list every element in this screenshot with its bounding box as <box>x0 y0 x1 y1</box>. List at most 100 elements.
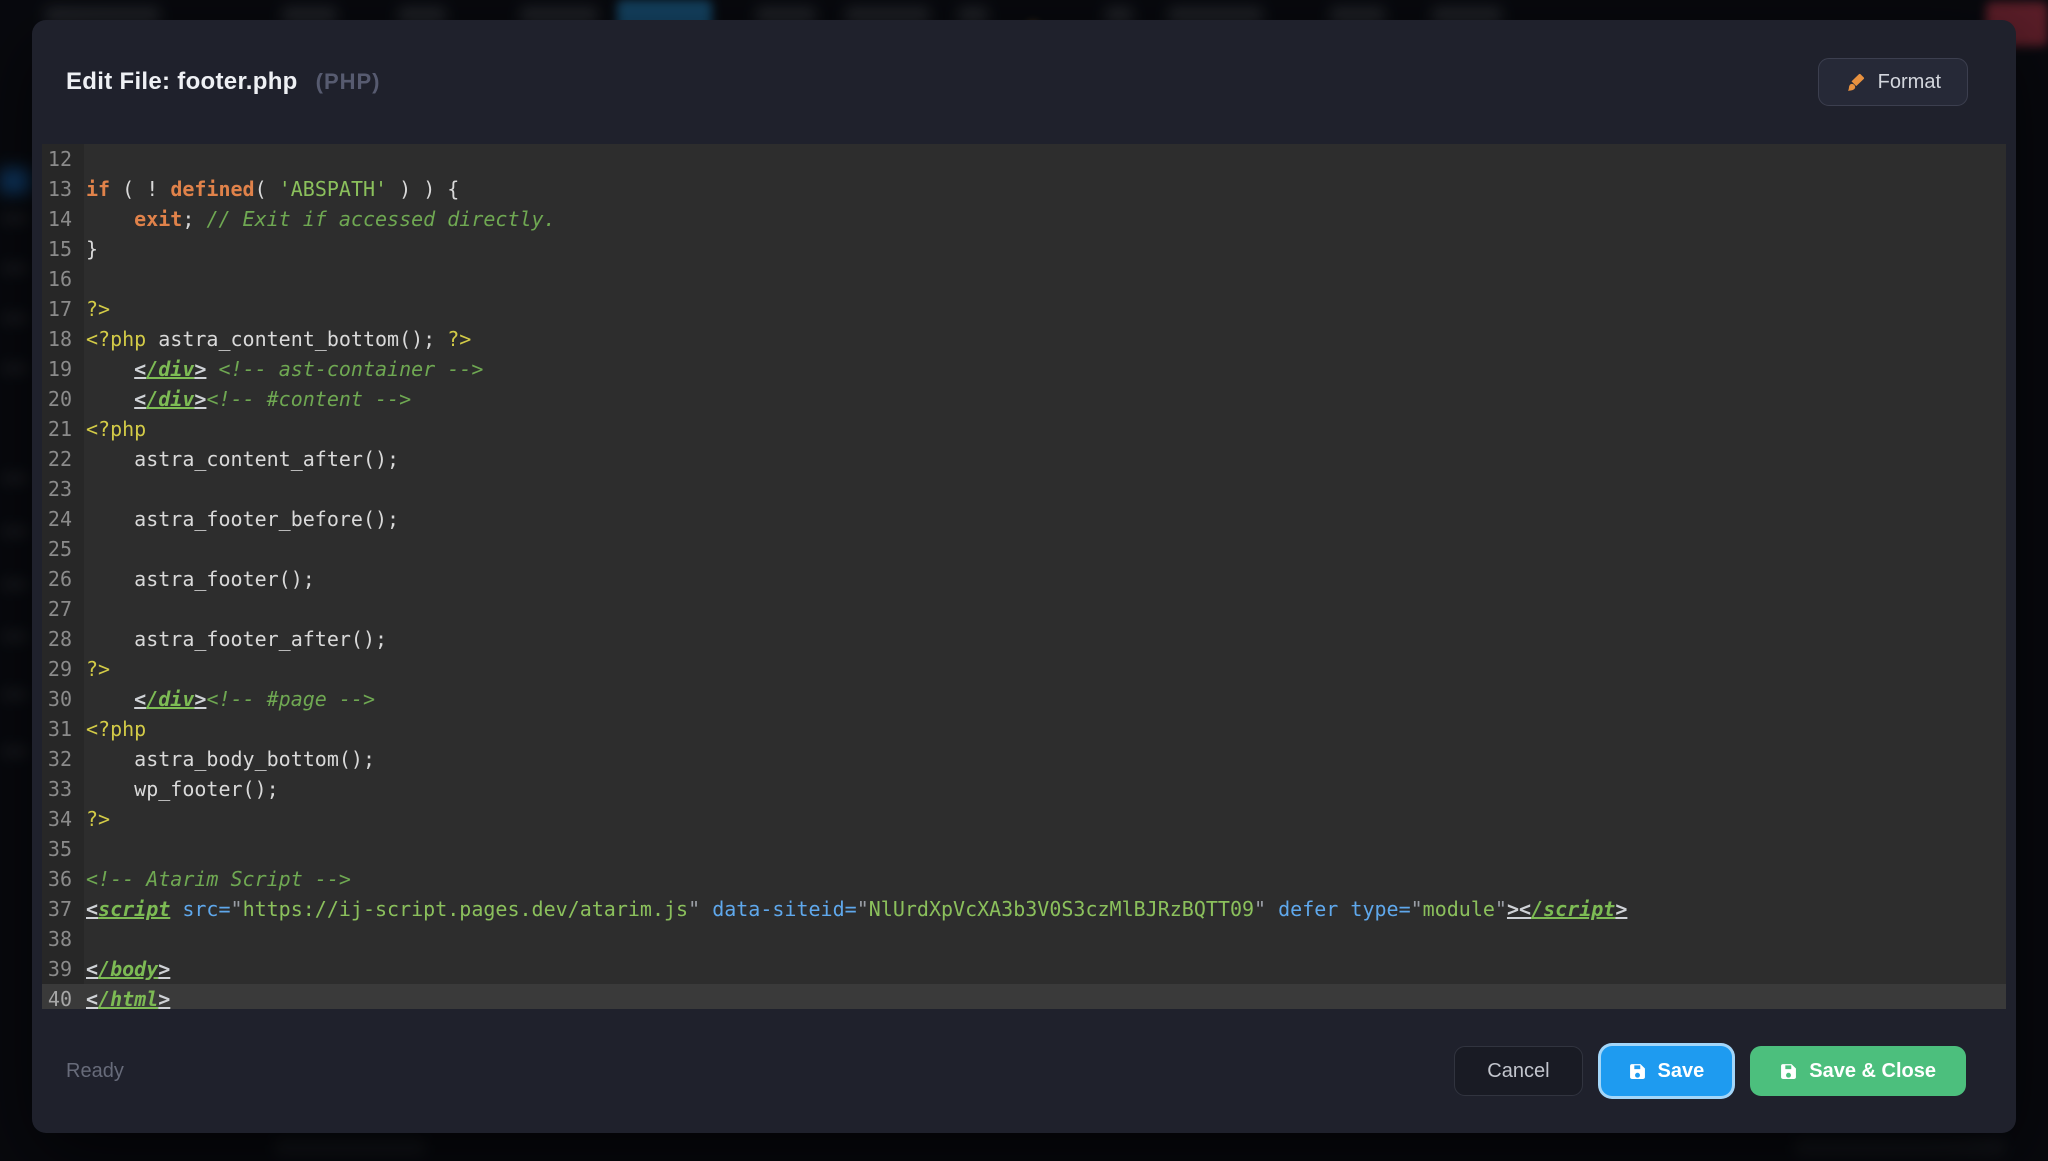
code-editor[interactable]: 1213if ( ! defined( 'ABSPATH' ) ) {14 ex… <box>42 144 2006 1009</box>
line-content: } <box>84 234 2006 264</box>
line-content: <?php <box>84 714 2006 744</box>
code-line[interactable]: 35 <box>42 834 2006 864</box>
code-line[interactable]: 18<?php astra_content_bottom(); ?> <box>42 324 2006 354</box>
line-number: 29 <box>42 654 84 684</box>
line-content: astra_footer_before(); <box>84 504 2006 534</box>
line-content: astra_footer_after(); <box>84 624 2006 654</box>
line-number: 25 <box>42 534 84 564</box>
code-line[interactable]: 27 <box>42 594 2006 624</box>
code-line[interactable]: 23 <box>42 474 2006 504</box>
line-number: 19 <box>42 354 84 384</box>
line-number: 27 <box>42 594 84 624</box>
line-number: 14 <box>42 204 84 234</box>
line-number: 20 <box>42 384 84 414</box>
line-number: 21 <box>42 414 84 444</box>
line-number: 26 <box>42 564 84 594</box>
line-number: 37 <box>42 894 84 924</box>
code-line[interactable]: 36<!-- Atarim Script --> <box>42 864 2006 894</box>
line-content: </body> <box>84 954 2006 984</box>
code-line[interactable]: 25 <box>42 534 2006 564</box>
line-content: <!-- Atarim Script --> <box>84 864 2006 894</box>
line-number: 18 <box>42 324 84 354</box>
line-content: astra_footer(); <box>84 564 2006 594</box>
line-content: <script src="https://ij-script.pages.dev… <box>84 894 2006 924</box>
code-line[interactable]: 28 astra_footer_after(); <box>42 624 2006 654</box>
line-content: ?> <box>84 294 2006 324</box>
line-content <box>84 534 2006 564</box>
code-line[interactable]: 32 astra_body_bottom(); <box>42 744 2006 774</box>
line-number: 13 <box>42 174 84 204</box>
line-number: 35 <box>42 834 84 864</box>
code-line[interactable]: 30 </div><!-- #page --> <box>42 684 2006 714</box>
code-line[interactable]: 31<?php <box>42 714 2006 744</box>
line-content <box>84 264 2006 294</box>
dialog-footer: Ready Cancel Save Save & Close <box>32 1009 2016 1133</box>
floppy-disk-icon <box>1780 1063 1797 1080</box>
line-content: </div> <!-- ast-container --> <box>84 354 2006 384</box>
format-button[interactable]: Format <box>1818 58 1968 106</box>
line-number: 38 <box>42 924 84 954</box>
code-line[interactable]: 20 </div><!-- #content --> <box>42 384 2006 414</box>
code-line[interactable]: 38 <box>42 924 2006 954</box>
status-text: Ready <box>66 1060 124 1083</box>
line-number: 12 <box>42 144 84 174</box>
code-line[interactable]: 13if ( ! defined( 'ABSPATH' ) ) { <box>42 174 2006 204</box>
format-button-label: Format <box>1878 71 1941 94</box>
line-number: 30 <box>42 684 84 714</box>
paintbrush-icon <box>1845 72 1866 93</box>
line-content <box>84 144 2006 174</box>
code-line[interactable]: 26 astra_footer(); <box>42 564 2006 594</box>
code-line[interactable]: 29?> <box>42 654 2006 684</box>
line-number: 17 <box>42 294 84 324</box>
code-line[interactable]: 34?> <box>42 804 2006 834</box>
line-content <box>84 594 2006 624</box>
line-number: 34 <box>42 804 84 834</box>
code-line[interactable]: 15} <box>42 234 2006 264</box>
line-content <box>84 924 2006 954</box>
code-line[interactable]: 24 astra_footer_before(); <box>42 504 2006 534</box>
line-content: <?php astra_content_bottom(); ?> <box>84 324 2006 354</box>
code-line[interactable]: 17?> <box>42 294 2006 324</box>
cancel-button[interactable]: Cancel <box>1454 1046 1582 1096</box>
line-number: 32 <box>42 744 84 774</box>
code-line[interactable]: 37<script src="https://ij-script.pages.d… <box>42 894 2006 924</box>
line-number: 15 <box>42 234 84 264</box>
code-line[interactable]: 40</html> <box>42 984 2006 1009</box>
code-line[interactable]: 16 <box>42 264 2006 294</box>
code-line[interactable]: 39</body> <box>42 954 2006 984</box>
line-content: ?> <box>84 804 2006 834</box>
code-line[interactable]: 12 <box>42 144 2006 174</box>
floppy-disk-icon <box>1629 1063 1646 1080</box>
line-content: </html> <box>84 984 2006 1009</box>
save-button-label: Save <box>1658 1060 1705 1083</box>
line-content: ?> <box>84 654 2006 684</box>
line-content <box>84 474 2006 504</box>
line-content: astra_body_bottom(); <box>84 744 2006 774</box>
save-close-button[interactable]: Save & Close <box>1750 1046 1966 1096</box>
line-number: 23 <box>42 474 84 504</box>
line-number: 22 <box>42 444 84 474</box>
code-line[interactable]: 19 </div> <!-- ast-container --> <box>42 354 2006 384</box>
line-content <box>84 834 2006 864</box>
code-line[interactable]: 21<?php <box>42 414 2006 444</box>
code-line[interactable]: 33 wp_footer(); <box>42 774 2006 804</box>
line-number: 39 <box>42 954 84 984</box>
cancel-button-label: Cancel <box>1487 1060 1549 1083</box>
save-button[interactable]: Save <box>1601 1046 1733 1096</box>
code-line[interactable]: 22 astra_content_after(); <box>42 444 2006 474</box>
language-badge: (PHP) <box>316 69 381 95</box>
line-number: 28 <box>42 624 84 654</box>
line-content: wp_footer(); <box>84 774 2006 804</box>
line-content: astra_content_after(); <box>84 444 2006 474</box>
dialog-title: Edit File: footer.php <box>66 68 298 96</box>
line-content: exit; // Exit if accessed directly. <box>84 204 2006 234</box>
code-line[interactable]: 14 exit; // Exit if accessed directly. <box>42 204 2006 234</box>
line-number: 31 <box>42 714 84 744</box>
line-content: </div><!-- #content --> <box>84 384 2006 414</box>
line-number: 33 <box>42 774 84 804</box>
line-content: </div><!-- #page --> <box>84 684 2006 714</box>
line-number: 16 <box>42 264 84 294</box>
line-content: <?php <box>84 414 2006 444</box>
dialog-header: Edit File: footer.php (PHP) Format <box>32 20 2016 144</box>
save-close-button-label: Save & Close <box>1809 1060 1936 1083</box>
